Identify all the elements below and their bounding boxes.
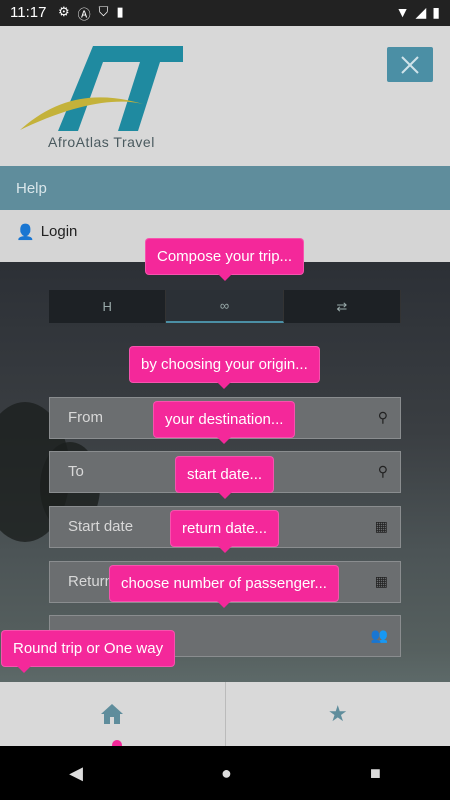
tooltip-origin: by choosing your origin... xyxy=(129,346,320,389)
menu-item-help[interactable]: Help xyxy=(0,166,450,210)
android-navigation-bar: ◀ ● ■ xyxy=(0,746,450,800)
home-icon xyxy=(101,704,124,724)
flight-icon: ∞ xyxy=(219,298,230,313)
close-button[interactable] xyxy=(387,47,433,82)
close-icon xyxy=(401,55,419,74)
users-icon: 👥 xyxy=(370,627,388,643)
to-placeholder: To xyxy=(68,463,84,480)
signal-icon: ◢ xyxy=(415,4,427,20)
tooltip-round-trip: Round trip or One way xyxy=(1,630,176,673)
gear-icon: ⚙ xyxy=(58,4,70,19)
login-label: Login xyxy=(40,223,78,240)
tab-flight[interactable]: ∞ xyxy=(166,290,284,323)
tooltip-start-date: start date... xyxy=(175,456,275,499)
from-placeholder: From xyxy=(68,409,103,426)
location-pin-icon: ⚲ xyxy=(377,463,388,479)
calendar-icon: ▦ xyxy=(374,573,388,589)
battery-icon: ▮ xyxy=(432,4,440,20)
header: AfroAtlas Travel xyxy=(0,26,450,166)
back-icon[interactable]: ◀ xyxy=(69,763,83,784)
clock: 11:17 xyxy=(10,4,47,21)
app-screen: AfroAtlas Travel Help 👤 Login H ∞ ⇄ From… xyxy=(0,26,450,746)
tab-round-trip[interactable]: ⇄ xyxy=(284,290,401,323)
status-bar: 11:17 ⚙ Ⓐ ⛉ ▮ ▼ ◢ ▮ xyxy=(0,0,450,26)
recents-icon[interactable]: ■ xyxy=(370,763,381,784)
calendar-icon: ▦ xyxy=(374,518,388,534)
help-label: Help xyxy=(16,180,47,197)
round-trip-icon: ⇄ xyxy=(336,298,348,314)
sd-card-icon: ▮ xyxy=(116,4,124,19)
logo-text: AfroAtlas Travel xyxy=(48,134,155,150)
tooltip-passengers: choose number of passenger... xyxy=(109,565,339,608)
location-pin-icon: ⚲ xyxy=(377,409,388,425)
hero-background xyxy=(0,262,450,746)
shield-icon: ⛉ xyxy=(98,4,109,19)
search-type-tabs: H ∞ ⇄ xyxy=(49,290,401,323)
hotel-icon: H xyxy=(102,299,112,314)
wifi-icon: ▼ xyxy=(395,4,410,20)
system-icons: ▼ ◢ ▮ xyxy=(396,4,440,21)
star-icon: ★ xyxy=(327,701,348,726)
user-lock-icon: 👤 xyxy=(16,224,35,241)
notification-icons: ⚙ Ⓐ ⛉ ▮ xyxy=(58,4,124,23)
tooltip-destination: your destination... xyxy=(153,401,296,444)
nav-favorites[interactable]: ★ xyxy=(224,682,450,746)
tab-hotel[interactable]: H xyxy=(49,290,167,323)
bottom-navigation: ★ xyxy=(0,682,450,746)
home-circle-icon[interactable]: ● xyxy=(221,763,232,784)
tooltip-return-date: return date... xyxy=(170,510,280,553)
nav-home[interactable] xyxy=(0,682,225,746)
start-date-placeholder: Start date xyxy=(68,518,134,535)
tooltip-compose: Compose your trip... xyxy=(145,238,305,281)
a-icon: Ⓐ xyxy=(77,7,91,22)
